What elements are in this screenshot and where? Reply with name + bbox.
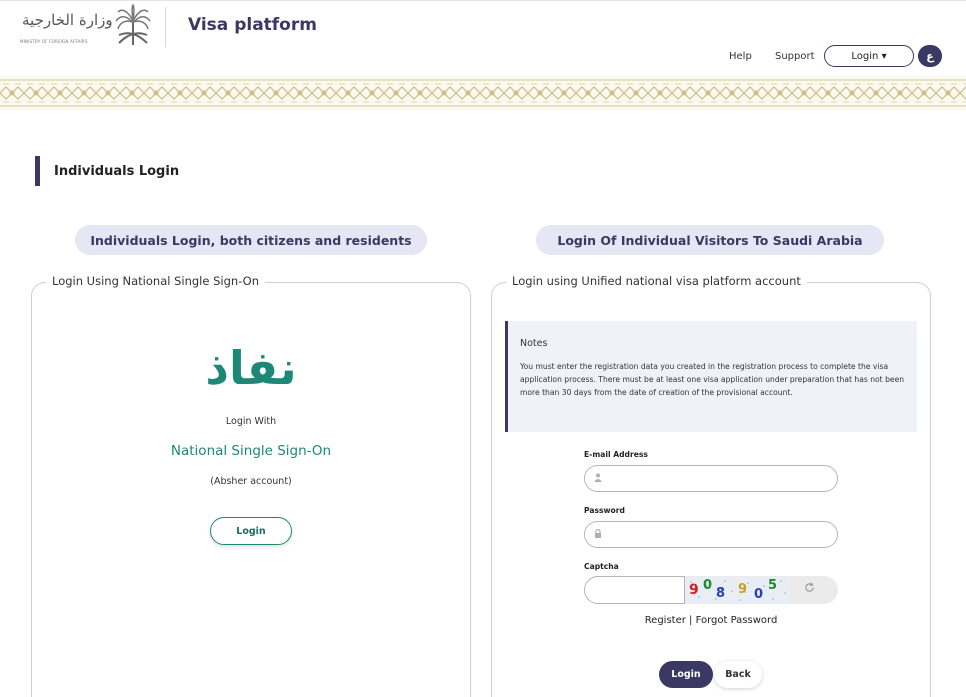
platform-title: Visa platform: [188, 15, 317, 35]
email-label: E-mail Address: [584, 450, 648, 459]
notes-title: Notes: [520, 338, 548, 349]
help-link[interactable]: Help: [729, 51, 752, 62]
password-label: Password: [584, 506, 625, 515]
language-toggle-button[interactable]: ع: [918, 45, 942, 67]
top-header: وزارة الخارجية MINISTRY OF FOREIGN AFFAI…: [0, 0, 966, 76]
register-forgot-links[interactable]: Register | Forgot Password: [584, 615, 838, 626]
submit-login-button[interactable]: Login: [659, 661, 713, 688]
visitors-tab: Login Of Individual Visitors To Saudi Ar…: [536, 225, 884, 255]
svg-text:0: 0: [703, 578, 712, 593]
nafath-login-button[interactable]: Login: [210, 517, 292, 545]
user-icon: [594, 473, 602, 484]
back-button[interactable]: Back: [714, 661, 762, 688]
password-field[interactable]: [584, 521, 838, 548]
palm-swords-emblem-icon: [115, 3, 151, 45]
support-link[interactable]: Support: [775, 51, 815, 62]
svg-text:9: 9: [689, 582, 699, 598]
login-dropdown-button[interactable]: Login ▾: [824, 45, 914, 67]
visa-panel-legend: Login using Unified national visa platfo…: [506, 274, 807, 288]
captcha-input[interactable]: [584, 576, 685, 604]
national-sso-title: National Single Sign-On: [170, 443, 332, 459]
logo-wordmark: وزارة الخارجية MINISTRY OF FOREIGN AFFAI…: [18, 11, 113, 44]
section-title-bar: [35, 156, 40, 186]
notes-box: Notes You must enter the registration da…: [505, 321, 917, 432]
absher-account-text: (Absher account): [210, 476, 292, 487]
svg-text:8: 8: [716, 586, 725, 601]
nafath-panel-legend: Login Using National Single Sign-On: [46, 274, 266, 288]
citizens-residents-tab: Individuals Login, both citizens and res…: [75, 225, 427, 255]
nafath-logo: نفاذ: [205, 341, 296, 395]
refresh-captcha-icon[interactable]: [804, 582, 815, 596]
lock-icon: [594, 528, 602, 540]
captcha-group: 9 0 8 9 0 5: [584, 576, 838, 604]
decorative-pattern-band: [0, 76, 966, 110]
header-divider: [165, 7, 166, 47]
svg-text:9: 9: [738, 582, 747, 597]
logo-arabic-text: وزارة الخارجية: [22, 11, 113, 29]
login-with-text: Login With: [225, 416, 277, 427]
svg-text:0: 0: [754, 587, 763, 602]
section-title: Individuals Login: [54, 164, 180, 179]
notes-body: You must enter the registration data you…: [520, 362, 905, 397]
ministry-logo[interactable]: وزارة الخارجية MINISTRY OF FOREIGN AFFAI…: [18, 3, 154, 49]
email-field[interactable]: [584, 465, 838, 492]
logo-english-text: MINISTRY OF FOREIGN AFFAIRS: [20, 39, 88, 44]
captcha-label: Captcha: [584, 562, 619, 571]
captcha-image: 9 0 8 9 0 5: [685, 577, 789, 603]
svg-text:5: 5: [768, 578, 777, 593]
nafath-logo-text: نفاذ: [205, 341, 296, 395]
